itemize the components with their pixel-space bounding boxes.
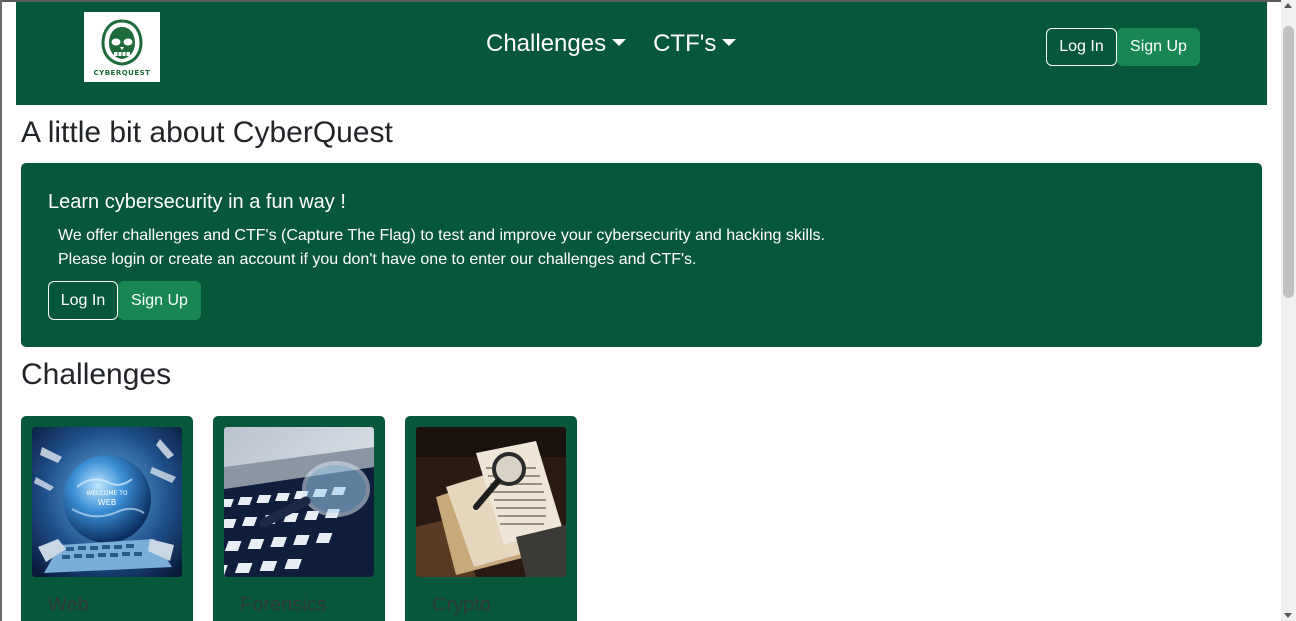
scrollbar-thumb[interactable]	[1283, 26, 1294, 298]
nav-menu: Challenges CTF's	[486, 30, 763, 58]
svg-text:WELCOME TO: WELCOME TO	[86, 490, 128, 497]
caret-down-icon	[612, 38, 627, 46]
navbar: CYBERQUEST Challenges CTF's Log In Sign …	[16, 2, 1267, 105]
nav-login-button[interactable]: Log In	[1046, 28, 1117, 66]
nav-challenges-label: Challenges	[486, 30, 607, 57]
caret-down-icon	[722, 38, 737, 46]
challenge-card-label: Crypto	[432, 594, 491, 616]
brand-logo[interactable]: CYBERQUEST	[84, 12, 160, 82]
challenge-card-forensics[interactable]: Forensics	[213, 416, 385, 621]
challenge-card-label: Forensics	[240, 594, 327, 616]
about-login-button[interactable]: Log In	[48, 281, 118, 320]
scroll-down-arrow-icon[interactable]	[1284, 613, 1292, 618]
challenges-title: Challenges	[21, 358, 172, 391]
about-signup-button[interactable]: Sign Up	[118, 281, 201, 320]
about-panel: Learn cybersecurity in a fun way ! We of…	[21, 163, 1262, 347]
magnifier-papers-image	[416, 427, 566, 577]
nav-dropdown-challenges[interactable]: Challenges	[486, 30, 627, 58]
challenge-card-crypto[interactable]: Crypto	[405, 416, 577, 621]
about-heading: Learn cybersecurity in a fun way !	[48, 191, 346, 213]
nav-ctfs-label: CTF's	[653, 30, 717, 57]
svg-text:WEB: WEB	[98, 498, 116, 507]
hooded-skull-icon	[101, 18, 143, 66]
magnifier-keyboard-image	[224, 427, 374, 577]
nav-dropdown-ctfs[interactable]: CTF's	[653, 30, 737, 58]
challenge-card-web[interactable]: WELCOME TO WEB Web	[21, 416, 193, 621]
window-frame-left	[0, 0, 2, 621]
about-title: A little bit about CyberQuest	[21, 116, 393, 149]
about-text-line-2: Please login or create an account if you…	[58, 251, 697, 268]
nav-signup-button[interactable]: Sign Up	[1117, 28, 1200, 66]
vertical-scrollbar[interactable]	[1281, 0, 1296, 621]
about-text-line-1: We offer challenges and CTF's (Capture T…	[58, 227, 825, 244]
challenge-card-label: Web	[48, 594, 89, 616]
globe-keyboard-image: WELCOME TO WEB	[32, 427, 182, 577]
scroll-up-arrow-icon[interactable]	[1284, 3, 1292, 8]
logo-text: CYBERQUEST	[93, 68, 151, 77]
